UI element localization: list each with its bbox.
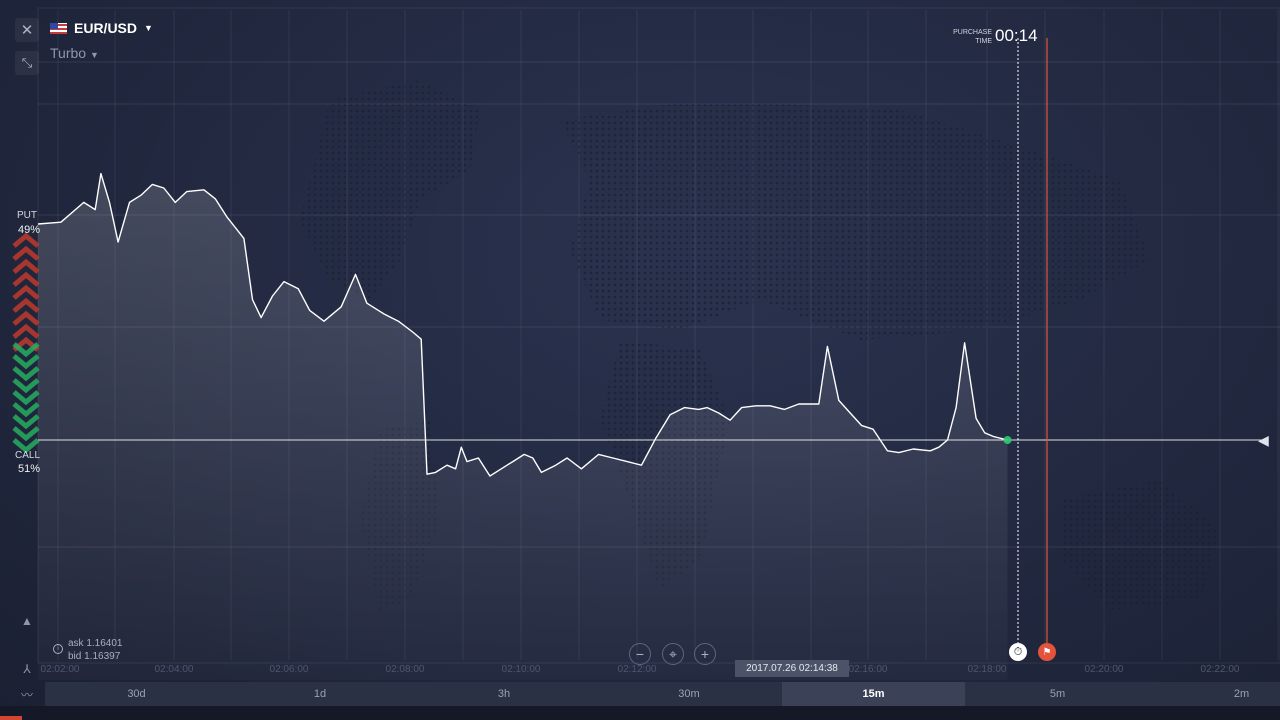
call-percentage: 51%: [18, 463, 41, 475]
call-chevron: [12, 402, 40, 418]
us-eu-flag-icon: [50, 22, 67, 34]
put-chevron: [12, 284, 40, 300]
asset-name: EUR/USD: [74, 20, 138, 36]
period-15m[interactable]: 15m: [782, 682, 965, 706]
period-30m[interactable]: 30m: [596, 682, 782, 706]
time-tick: 02:18:00: [967, 664, 1007, 675]
call-chevron: [12, 354, 40, 370]
call-label: CALL: [15, 450, 41, 461]
close-icon: ✕: [20, 22, 34, 39]
call-chevron: [12, 414, 40, 430]
put-label: PUT: [17, 210, 37, 221]
info-icon[interactable]: i: [53, 644, 63, 654]
sentiment-bars: [12, 232, 40, 454]
option-mode-selector[interactable]: Turbo ▼: [50, 45, 99, 61]
period-5m[interactable]: 5m: [965, 682, 1150, 706]
time-tick: 02:12:00: [617, 664, 657, 675]
purchase-time-label: PURCHASE TIME: [953, 29, 992, 45]
put-chevron: [12, 245, 40, 261]
time-tick: 02:08:00: [385, 664, 425, 675]
finish-flag-icon: ⚑: [1038, 643, 1056, 661]
call-chevron: [12, 366, 40, 382]
period-3h[interactable]: 3h: [412, 682, 596, 706]
time-tick: 02:22:00: [1200, 664, 1240, 675]
time-tick: 02:16:00: [848, 664, 888, 675]
progress-indicator: [0, 716, 22, 720]
close-chart-button[interactable]: ✕: [15, 18, 39, 42]
time-tick: 02:06:00: [269, 664, 309, 675]
put-chevron: [12, 323, 40, 339]
current-price-arrow-icon: ◀: [1258, 432, 1269, 448]
time-tick: 02:20:00: [1084, 664, 1124, 675]
period-1d[interactable]: 1d: [228, 682, 412, 706]
put-chevron: [12, 271, 40, 287]
period-30d[interactable]: 30d: [45, 682, 228, 706]
caret-down-icon: ▼: [89, 50, 99, 60]
current-datetime-badge: 2017.07.26 02:14:38: [735, 660, 849, 677]
put-percentage: 49%: [18, 224, 41, 236]
area-chart-icon[interactable]: ▲: [18, 612, 36, 630]
purchase-time-countdown: 00:14: [995, 26, 1038, 45]
stopwatch-icon: ⏱: [1009, 643, 1027, 661]
bid-quote: bid 1.16397: [68, 651, 121, 662]
price-chart[interactable]: [0, 0, 1280, 720]
put-chevron: [12, 310, 40, 326]
period-selector: 30d 1d 3h 30m 15m 5m 2m: [45, 682, 1280, 706]
period-2m[interactable]: 2m: [1150, 682, 1280, 706]
asset-selector[interactable]: EUR/USD ▼: [50, 20, 153, 36]
call-chevron: [12, 426, 40, 442]
collapse-button[interactable]: ⤡: [15, 51, 39, 75]
quote-info: ask 1.16401 bid 1.16397: [68, 637, 123, 663]
current-price-point: [1003, 436, 1012, 444]
collapse-arrows-icon: ⤡: [21, 55, 33, 70]
ask-quote: ask 1.16401: [68, 638, 123, 649]
center-chart-button[interactable]: ⌖: [662, 643, 684, 665]
option-mode-label: Turbo: [50, 45, 87, 61]
put-chevron: [12, 258, 40, 274]
zoom-in-button[interactable]: +: [694, 643, 716, 665]
call-chevron: [12, 342, 40, 358]
indicator-icon[interactable]: ⅄: [18, 660, 36, 678]
line-chart-icon[interactable]: 〰: [18, 685, 36, 703]
call-chevron: [12, 438, 40, 454]
bottom-strip: [0, 706, 1280, 720]
time-tick: 02:02:00: [40, 664, 80, 675]
put-chevron: [12, 232, 40, 248]
call-chevron: [12, 390, 40, 406]
caret-down-icon: ▼: [144, 23, 153, 33]
put-chevron: [12, 297, 40, 313]
time-tick: 02:04:00: [154, 664, 194, 675]
call-chevron: [12, 378, 40, 394]
zoom-out-button[interactable]: −: [629, 643, 651, 665]
time-tick: 02:10:00: [501, 664, 541, 675]
